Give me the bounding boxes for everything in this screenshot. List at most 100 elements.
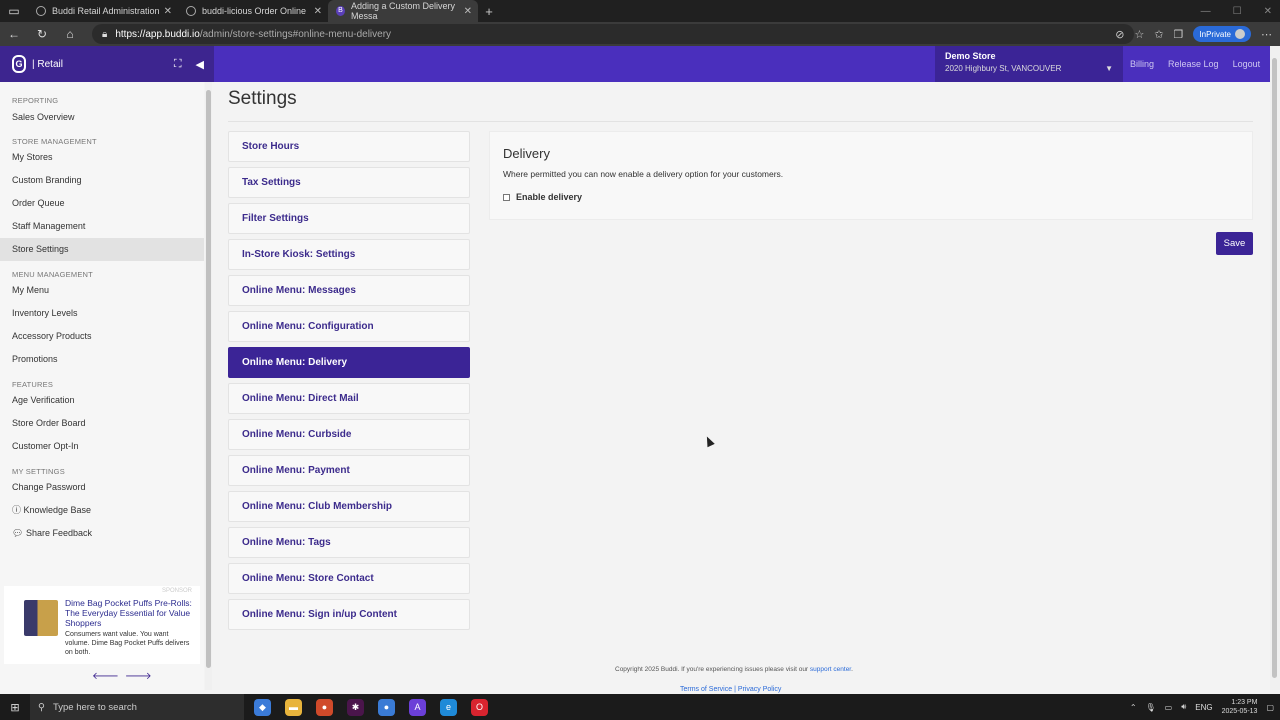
app-icon[interactable]: A — [409, 698, 426, 716]
more-icon[interactable]: ⋯ — [1261, 28, 1272, 41]
file-explorer-icon[interactable]: ▬ — [285, 698, 302, 716]
settings-menu-store-hours[interactable]: Store Hours — [228, 131, 470, 162]
browser-tab-1[interactable]: Buddi Retail Administration ✕ — [28, 0, 178, 22]
refresh-icon[interactable]: ↻ — [28, 27, 56, 41]
sidebar-item-inventory-levels[interactable]: Inventory Levels — [0, 302, 204, 325]
product-image — [24, 600, 58, 636]
brand-icons: ⛶ ◀ — [174, 58, 204, 71]
favorite-star-icon[interactable]: ☆ — [1134, 28, 1144, 41]
tracking-icon[interactable]: ⊘ — [1115, 28, 1124, 41]
clock[interactable]: 1:23 PM 2025-05-13 — [1222, 698, 1258, 716]
sidebar-item-sales-overview[interactable]: Sales Overview — [0, 105, 204, 131]
settings-menu-sign-in-up-content[interactable]: Online Menu: Sign in/up Content — [228, 599, 470, 630]
release-log-link[interactable]: Release Log — [1168, 59, 1219, 69]
enable-delivery-option[interactable]: Enable delivery — [503, 192, 582, 202]
url-field[interactable]: 🔒︎ https://app.buddi.io/admin/store-sett… — [92, 24, 1134, 44]
settings-menu-curbside[interactable]: Online Menu: Curbside — [228, 419, 470, 450]
notifications-icon[interactable]: ▢ — [1266, 703, 1274, 712]
sidebar-item-custom-branding[interactable]: Custom Branding — [0, 169, 204, 192]
b-icon: B — [336, 6, 345, 16]
minimize-icon[interactable]: — — [1201, 6, 1211, 17]
sidebar-item-label: Knowledge Base — [23, 505, 92, 515]
network-icon[interactable]: ▭ — [1165, 703, 1173, 712]
arrow-right-icon[interactable]: 🡒 — [125, 670, 152, 682]
settings-menu-delivery[interactable]: Online Menu: Delivery — [228, 347, 470, 378]
microphone-icon[interactable]: 🎙︎ — [1146, 703, 1156, 712]
close-window-icon[interactable]: ✕ — [1264, 6, 1272, 17]
sidebar-item-knowledge-base[interactable]: ⓘ Knowledge Base — [0, 499, 204, 522]
inprivate-badge[interactable]: InPrivate — [1193, 26, 1251, 42]
sidebar-scrollbar[interactable] — [205, 82, 212, 690]
settings-menu-configuration[interactable]: Online Menu: Configuration — [228, 311, 470, 342]
footer-links[interactable]: Terms of Service | Privacy Policy — [680, 686, 781, 693]
settings-menu-messages[interactable]: Online Menu: Messages — [228, 275, 470, 306]
sponsor-title[interactable]: Dime Bag Pocket Puffs Pre-Rolls: The Eve… — [65, 598, 193, 628]
arrow-left-icon[interactable]: 🡐 — [92, 670, 119, 682]
settings-menu-club-membership[interactable]: Online Menu: Club Membership — [228, 491, 470, 522]
scrollbar-thumb[interactable] — [1272, 58, 1277, 678]
sidebar-item-share-feedback[interactable]: 💬︎ Share Feedback — [0, 522, 204, 545]
sponsored-ad[interactable]: SPONSOR Dime Bag Pocket Puffs Pre-Rolls:… — [4, 586, 200, 664]
sidebar-item-store-settings[interactable]: Store Settings — [0, 238, 204, 261]
back-icon[interactable]: ← — [0, 27, 28, 41]
settings-menu-payment[interactable]: Online Menu: Payment — [228, 455, 470, 486]
settings-menu-direct-mail[interactable]: Online Menu: Direct Mail — [228, 383, 470, 414]
billing-link[interactable]: Billing — [1130, 59, 1154, 69]
sidebar-item-my-menu[interactable]: My Menu — [0, 279, 204, 302]
sidebar-item-accessory-products[interactable]: Accessory Products — [0, 325, 204, 348]
settings-menu-tax-settings[interactable]: Tax Settings — [228, 167, 470, 198]
close-icon[interactable]: ✕ — [464, 6, 472, 17]
sidebar-item-staff-management[interactable]: Staff Management — [0, 215, 204, 238]
close-icon[interactable]: ✕ — [164, 6, 172, 17]
sidebar-item-my-stores[interactable]: My Stores — [0, 146, 204, 169]
language-indicator[interactable]: ENG — [1195, 703, 1212, 712]
tab-title: Adding a Custom Delivery Messa — [350, 1, 455, 21]
browser-tab-3[interactable]: B Adding a Custom Delivery Messa ✕ — [328, 0, 478, 22]
sidebar-item-store-order-board[interactable]: Store Order Board — [0, 412, 204, 435]
collections-icon[interactable]: ❐ — [1174, 28, 1184, 41]
browser-tab-bar: ▭ Buddi Retail Administration ✕ buddi-li… — [0, 0, 1280, 22]
sponsor-nav: 🡐 🡒 — [92, 670, 152, 682]
settings-menu-filter-settings[interactable]: Filter Settings — [228, 203, 470, 234]
volume-icon[interactable]: 🔊︎ — [1181, 702, 1186, 712]
support-center-link[interactable]: support center — [810, 666, 851, 673]
settings-menu: Store Hours Tax Settings Filter Settings… — [228, 131, 470, 635]
taskbar-search[interactable]: ⚲ Type here to search — [30, 694, 244, 720]
favorites-icon[interactable]: ✩ — [1154, 28, 1163, 41]
slack-icon[interactable]: ✱ — [347, 698, 364, 716]
store-address: 2020 Highbury St, VANCOUVER — [945, 64, 1062, 73]
collapse-sidebar-icon[interactable]: ◀ — [196, 58, 204, 71]
settings-menu-store-contact[interactable]: Online Menu: Store Contact — [228, 563, 470, 594]
windows-start-icon[interactable]: ⊞ — [0, 701, 30, 714]
scrollbar-thumb[interactable] — [206, 90, 211, 668]
delivery-panel: Delivery Where permitted you can now ena… — [489, 131, 1253, 220]
close-icon[interactable]: ✕ — [314, 6, 322, 17]
opera-icon[interactable]: O — [471, 698, 488, 716]
sidebar-item-age-verification[interactable]: Age Verification — [0, 389, 204, 412]
home-icon[interactable]: ⌂ — [56, 27, 84, 41]
settings-menu-kiosk-settings[interactable]: In-Store Kiosk: Settings — [228, 239, 470, 270]
tab-actions-icon[interactable]: ▭ — [0, 4, 28, 18]
buddi-logo-icon[interactable]: G — [12, 55, 26, 73]
copilot-icon[interactable]: ◆ — [254, 698, 271, 716]
chevron-up-icon[interactable]: ⌃ — [1130, 703, 1137, 712]
sidebar-item-promotions[interactable]: Promotions — [0, 348, 204, 371]
fullscreen-icon[interactable]: ⛶ — [174, 58, 182, 71]
globe-icon — [186, 6, 196, 16]
edge-icon[interactable]: e — [440, 698, 457, 716]
browser-tab-2[interactable]: buddi-licious Order Online ✕ — [178, 0, 328, 22]
save-button[interactable]: Save — [1216, 232, 1253, 255]
maximize-icon[interactable]: ☐ — [1233, 6, 1242, 17]
chrome-alt-icon[interactable]: ● — [378, 698, 395, 716]
settings-menu-tags[interactable]: Online Menu: Tags — [228, 527, 470, 558]
chrome-icon[interactable]: ● — [316, 698, 333, 716]
enable-delivery-checkbox[interactable] — [503, 193, 510, 201]
sidebar-item-order-queue[interactable]: Order Queue — [0, 192, 204, 215]
chevron-down-icon: ▼ — [1105, 64, 1113, 73]
main-scrollbar[interactable] — [1270, 46, 1280, 690]
sidebar-item-change-password[interactable]: Change Password — [0, 476, 204, 499]
store-selector[interactable]: Demo Store 2020 Highbury St, VANCOUVER ▼ — [935, 46, 1123, 82]
sidebar-item-customer-opt-in[interactable]: Customer Opt-In — [0, 435, 204, 458]
new-tab-icon[interactable]: + — [478, 4, 500, 19]
logout-link[interactable]: Logout — [1233, 59, 1261, 69]
